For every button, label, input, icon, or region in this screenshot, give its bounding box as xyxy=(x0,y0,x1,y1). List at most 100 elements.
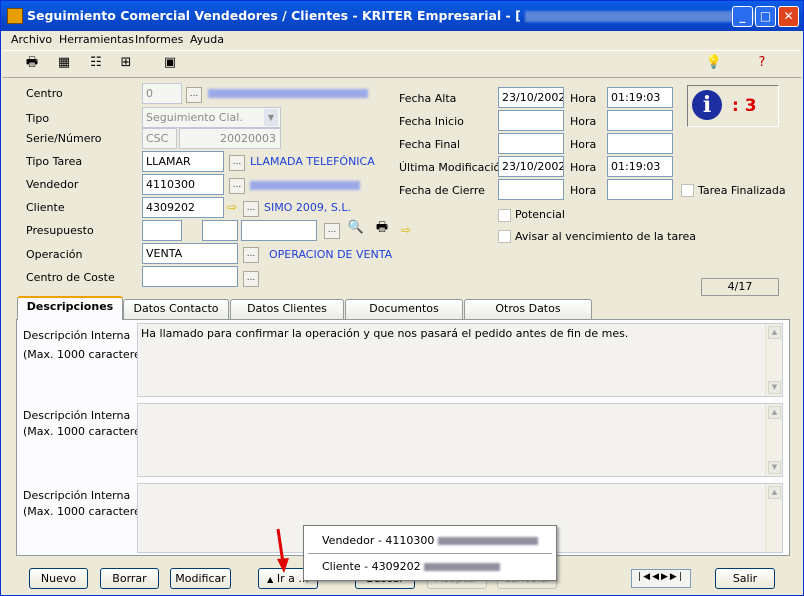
vendedor-input[interactable]: 4110300 xyxy=(142,174,224,195)
serie-input[interactable]: CSC xyxy=(142,128,177,149)
scroll-up-icon[interactable]: ▲ xyxy=(768,486,781,499)
app-icon xyxy=(7,8,23,24)
centro-coste-input[interactable] xyxy=(142,266,238,287)
descripcion-text-1: Ha llamado para confirmar la operación y… xyxy=(141,327,629,340)
fecha-alta-input[interactable]: 23/10/2002 xyxy=(498,87,564,108)
help-icon[interactable]: ? xyxy=(753,55,771,71)
operacion-lookup-button[interactable]: ... xyxy=(243,247,259,263)
ultima-mod-input[interactable]: 23/10/2002 xyxy=(498,156,564,177)
descripcion-textarea-2[interactable]: ▲ ▼ xyxy=(137,403,783,477)
desc-label-3: Descripción Interna xyxy=(23,489,131,502)
desc-sub-3: (Max. 1000 caracteres) xyxy=(23,505,151,518)
chevron-down-icon[interactable]: ▼ xyxy=(264,109,278,126)
close-button[interactable]: ✕ xyxy=(778,6,799,27)
popup-redacted-name xyxy=(424,563,501,571)
menu-informes[interactable]: Informes xyxy=(135,33,183,46)
presupuesto-serie-input[interactable] xyxy=(142,220,182,241)
info-panel[interactable]: i : 3 xyxy=(687,85,779,127)
lightbulb-icon[interactable]: 💡 xyxy=(705,55,723,71)
scrollbar[interactable]: ▲ xyxy=(765,484,782,552)
popup-item-cliente[interactable]: Cliente - 4309202 xyxy=(322,560,501,573)
ir-a-popup-menu: Vendedor - 4110300 Cliente - 4309202 xyxy=(303,525,557,581)
hora-cierre-input[interactable] xyxy=(607,179,673,200)
potencial-checkbox[interactable] xyxy=(498,209,511,222)
red-arrow-annotation xyxy=(276,528,289,573)
centro-lookup-button[interactable]: ... xyxy=(186,87,202,103)
list-icon[interactable]: ☷ xyxy=(87,55,105,71)
numero-input[interactable]: 20020003 xyxy=(179,128,281,149)
calculator-icon[interactable]: ▣ xyxy=(161,55,179,71)
borrar-button[interactable]: Borrar xyxy=(100,568,159,589)
popup-item-vendedor[interactable]: Vendedor - 4110300 xyxy=(322,534,538,547)
maximize-button[interactable]: □ xyxy=(755,6,776,27)
goto-presupuesto-arrow-icon[interactable]: ⇨ xyxy=(401,224,411,236)
scrollbar[interactable]: ▲ ▼ xyxy=(765,324,782,396)
serie-label: Serie/Número xyxy=(26,132,102,145)
print-presupuesto-icon[interactable]: 🖶 xyxy=(373,220,391,236)
hora-inicio-label: Hora xyxy=(570,115,597,128)
vendedor-lookup-button[interactable]: ... xyxy=(229,178,245,194)
potencial-label: Potencial xyxy=(515,208,565,221)
tab-datos-clientes[interactable]: Datos Clientes xyxy=(230,299,344,319)
fecha-cierre-input[interactable] xyxy=(498,179,564,200)
hora-mod-input[interactable]: 01:19:03 xyxy=(607,156,673,177)
info-icon: i xyxy=(692,90,722,120)
centro-desc-redacted xyxy=(208,89,368,98)
scroll-down-icon[interactable]: ▼ xyxy=(768,461,781,474)
popup-redacted-name xyxy=(437,537,538,545)
presupuesto-desc-input[interactable] xyxy=(241,220,317,241)
nuevo-button[interactable]: Nuevo xyxy=(29,568,88,589)
presupuesto-numero-input[interactable] xyxy=(202,220,238,241)
menu-ayuda[interactable]: Ayuda xyxy=(190,33,224,46)
centro-label: Centro xyxy=(26,87,63,100)
hora-alta-input[interactable]: 01:19:03 xyxy=(607,87,673,108)
menu-archivo[interactable]: Archivo xyxy=(11,33,52,46)
desc-label-1: Descripción Interna xyxy=(23,329,131,342)
tab-otros-datos[interactable]: Otros Datos xyxy=(464,299,592,319)
vendedor-desc-redacted xyxy=(250,181,360,190)
operacion-input[interactable]: VENTA xyxy=(142,243,238,264)
window-title: Seguimiento Comercial Vendedores / Clien… xyxy=(27,8,521,23)
scroll-up-icon[interactable]: ▲ xyxy=(768,326,781,339)
tab-datos-contacto[interactable]: Datos Contacto xyxy=(123,299,229,319)
menu-herramientas[interactable]: Herramientas xyxy=(59,33,134,46)
centro-input[interactable]: 0 xyxy=(142,83,182,104)
tab-descripciones[interactable]: Descripciones xyxy=(17,296,123,320)
descripcion-textarea-1[interactable]: Ha llamado para confirmar la operación y… xyxy=(137,323,783,397)
cliente-desc: SIMO 2009, S.L. xyxy=(264,201,351,214)
hora-final-input[interactable] xyxy=(607,133,673,154)
goto-arrow-icon[interactable]: ⇨ xyxy=(227,201,237,213)
presupuesto-lookup-button[interactable]: ... xyxy=(324,223,340,239)
scrollbar[interactable]: ▲ ▼ xyxy=(765,404,782,476)
minimize-button[interactable]: _ xyxy=(732,6,753,27)
fecha-inicio-input[interactable] xyxy=(498,110,564,131)
tarea-finalizada-checkbox[interactable] xyxy=(681,184,694,197)
tarea-finalizada-label: Tarea Finalizada xyxy=(698,184,786,197)
fecha-final-input[interactable] xyxy=(498,133,564,154)
record-pager: 4/17 xyxy=(701,278,779,296)
scroll-up-icon[interactable]: ▲ xyxy=(768,406,781,419)
hora-inicio-input[interactable] xyxy=(607,110,673,131)
printer-icon[interactable]: 🖶 xyxy=(23,55,41,71)
fecha-inicio-label: Fecha Inicio xyxy=(399,115,464,128)
cliente-input[interactable]: 4309202 xyxy=(142,197,224,218)
tipo-tarea-lookup-button[interactable]: ... xyxy=(229,155,245,171)
scroll-down-icon[interactable]: ▼ xyxy=(768,381,781,394)
info-count: : 3 xyxy=(732,96,757,116)
tree-icon[interactable]: ⊞ xyxy=(117,55,135,71)
modificar-button[interactable]: Modificar xyxy=(170,568,231,589)
tipo-select[interactable]: Seguimiento Cial. ▼ xyxy=(142,107,281,128)
centro-coste-lookup-button[interactable]: ... xyxy=(243,271,259,287)
operacion-desc: OPERACION DE VENTA xyxy=(269,248,393,261)
tab-documentos[interactable]: Documentos xyxy=(345,299,463,319)
table-icon[interactable]: ▦ xyxy=(55,55,73,71)
cliente-lookup-button[interactable]: ... xyxy=(243,201,259,217)
avisar-checkbox[interactable] xyxy=(498,230,511,243)
record-navigator[interactable]: |◀◀▶▶| xyxy=(631,569,691,588)
tipo-tarea-desc: LLAMADA TELEFÓNICA xyxy=(250,155,375,168)
presupuesto-label: Presupuesto xyxy=(26,224,94,237)
salir-button[interactable]: Salir xyxy=(715,568,775,589)
tipo-tarea-input[interactable]: LLAMAR xyxy=(142,151,224,172)
preview-icon[interactable]: 🔍 xyxy=(347,220,365,236)
cliente-label: Cliente xyxy=(26,201,65,214)
